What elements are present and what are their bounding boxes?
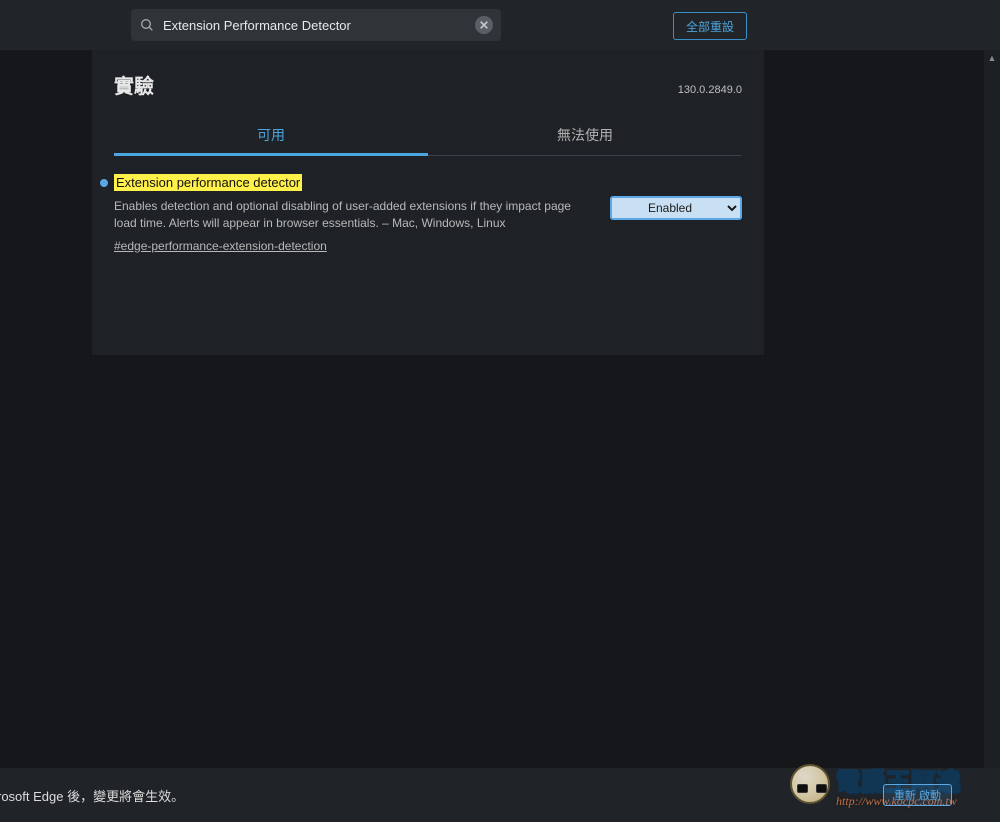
flag-title: Extension performance detector [114, 174, 302, 191]
flag-description: Enables detection and optional disabling… [114, 198, 594, 233]
restart-button[interactable]: 重新 啟動 [883, 784, 952, 806]
close-icon [479, 20, 489, 30]
search-box [131, 9, 501, 41]
page-title: 實驗 [114, 70, 154, 99]
reset-all-button[interactable]: 全部重設 [673, 12, 747, 40]
search-icon [139, 17, 155, 33]
flag-select-wrap: DefaultEnabledDisabled [610, 174, 742, 220]
panel-header: 實驗 130.0.2849.0 [114, 70, 742, 99]
tabs: 可用 無法使用 [114, 117, 742, 156]
flag-modified-dot [100, 179, 108, 187]
tab-available[interactable]: 可用 [114, 117, 428, 156]
app-root: 全部重設 實驗 130.0.2849.0 可用 無法使用 Extension p… [0, 0, 1000, 822]
scrollbar-track[interactable] [984, 50, 1000, 768]
footer-text: rosoft Edge 後，變更將會生效。 [0, 786, 184, 805]
restart-footer: rosoft Edge 後，變更將會生效。 [0, 768, 1000, 822]
flag-row: Extension performance detector Enables d… [114, 174, 742, 255]
clear-search-button[interactable] [475, 16, 493, 34]
search-input[interactable] [163, 18, 475, 33]
flag-main: Extension performance detector Enables d… [114, 174, 594, 255]
topbar: 全部重設 [0, 0, 1000, 50]
version-label: 130.0.2849.0 [678, 84, 742, 96]
flag-hash-link[interactable]: #edge-performance-extension-detection [114, 239, 327, 253]
flag-state-select[interactable]: DefaultEnabledDisabled [610, 196, 742, 220]
experiments-panel: 實驗 130.0.2849.0 可用 無法使用 Extension perfor… [92, 50, 764, 355]
tab-unavailable[interactable]: 無法使用 [428, 117, 742, 155]
scroll-up-arrow[interactable]: ▲ [984, 50, 1000, 66]
